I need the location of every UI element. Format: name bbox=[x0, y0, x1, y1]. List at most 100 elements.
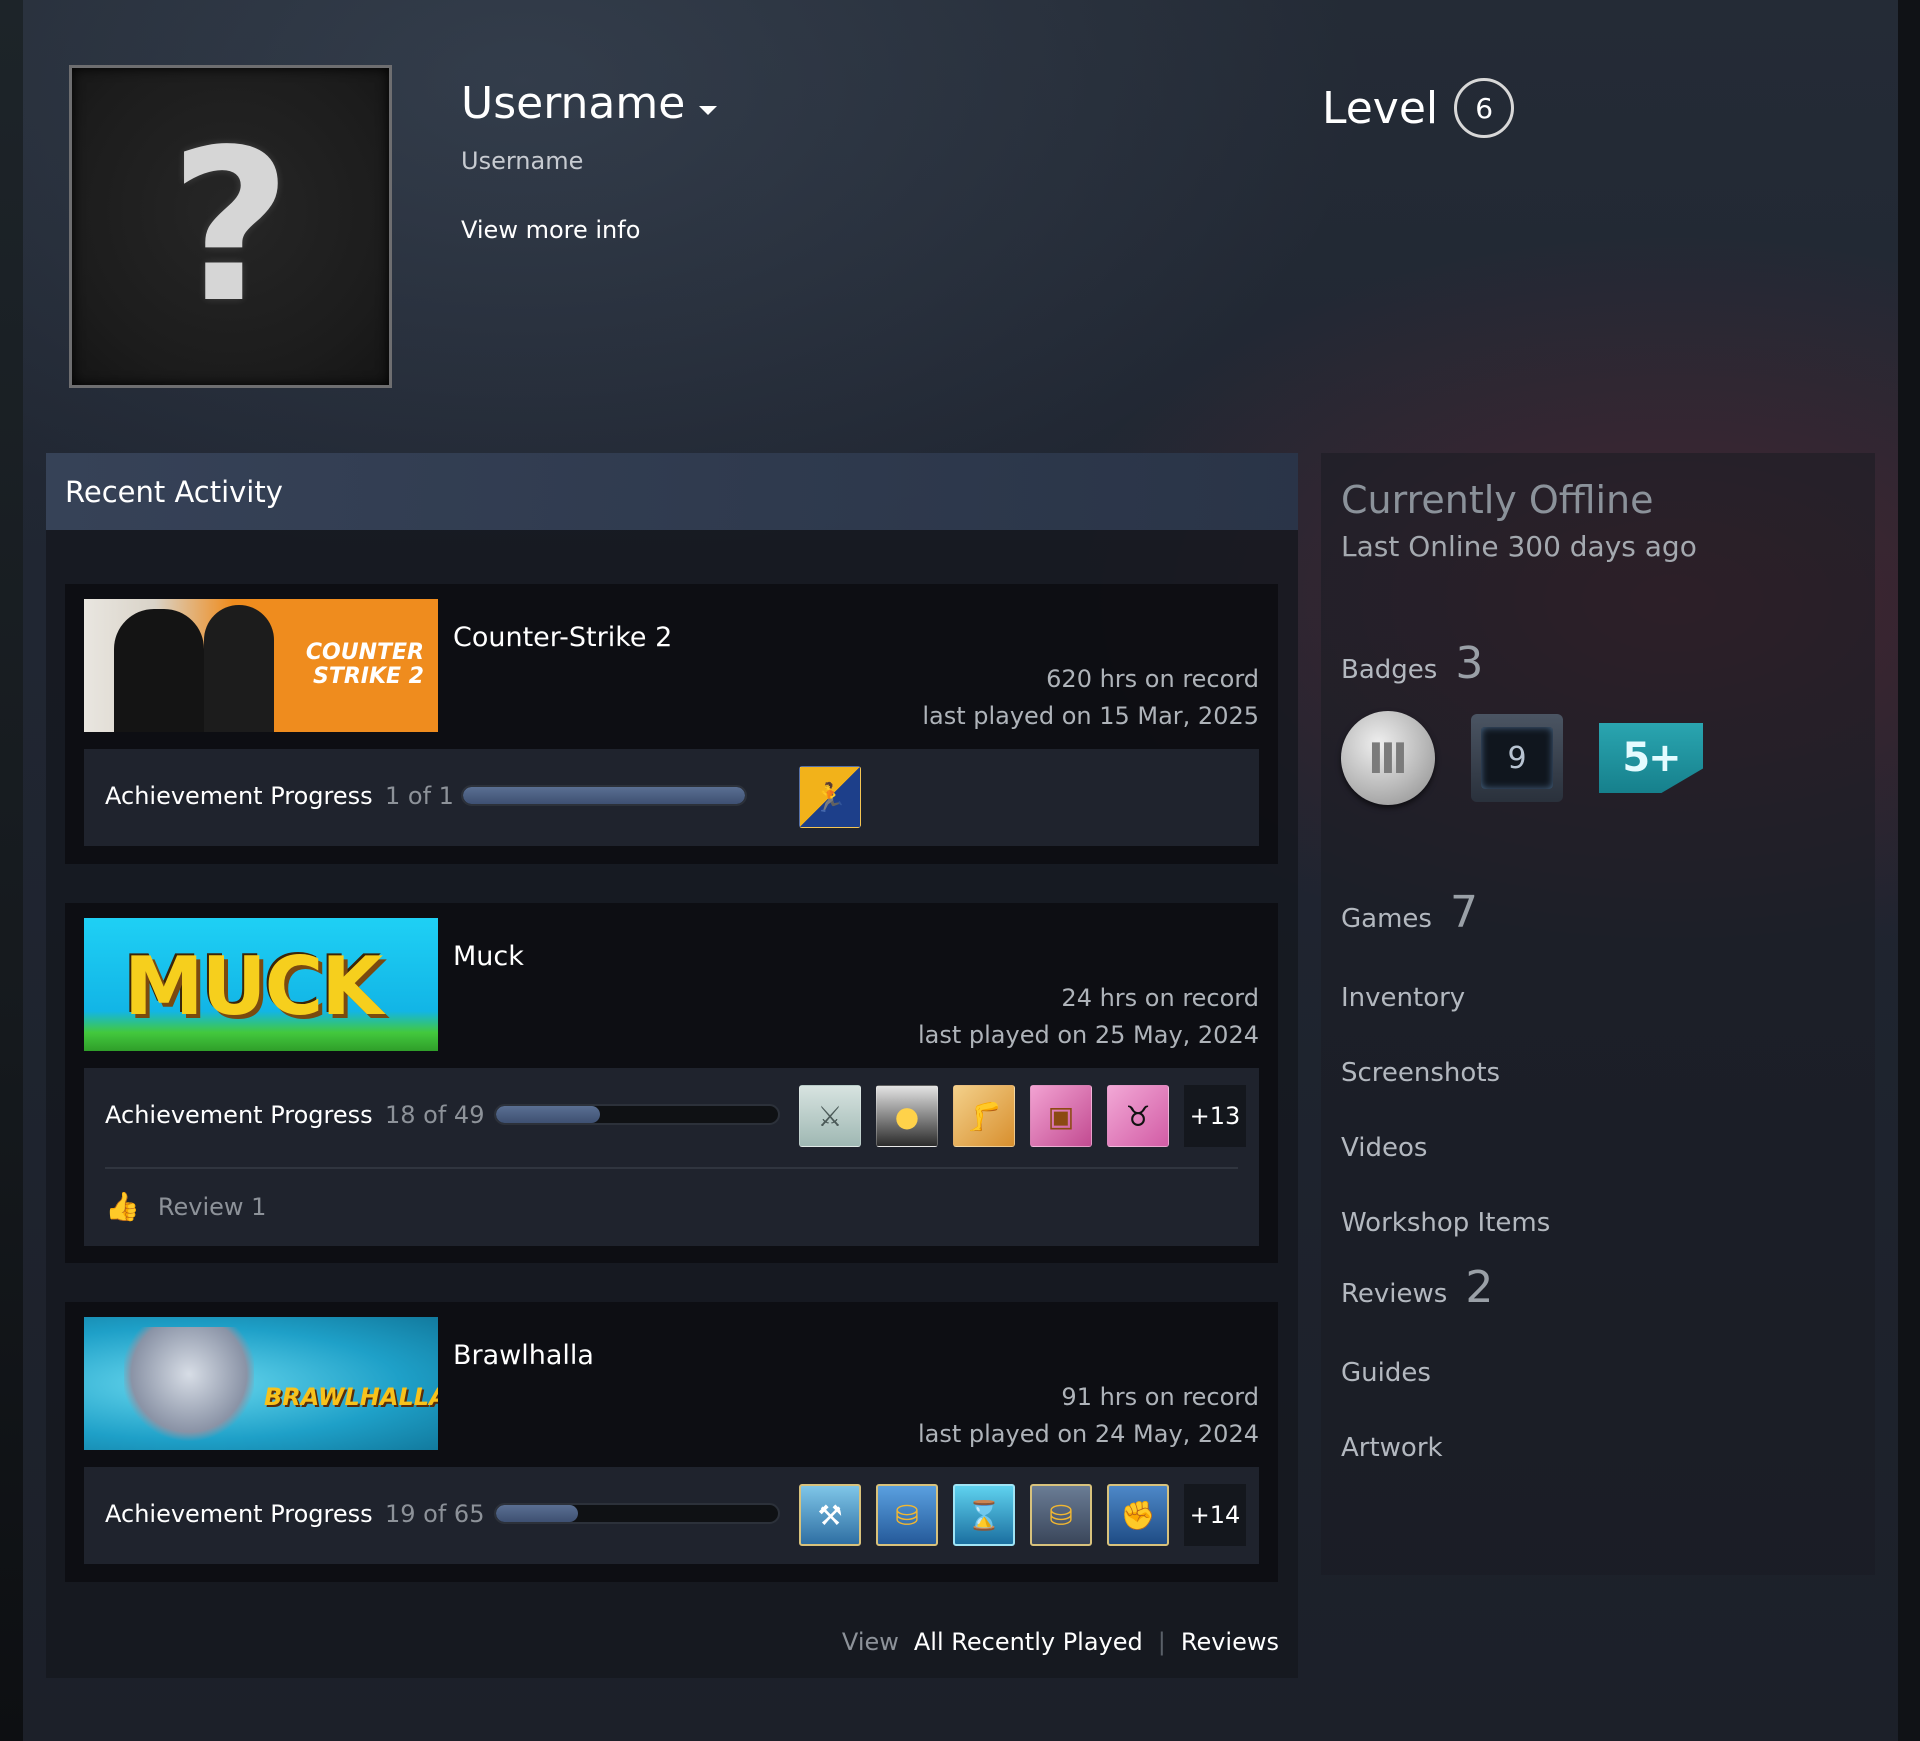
thumbs-up-icon: 👍 bbox=[105, 1190, 140, 1223]
achievement-divider bbox=[105, 1167, 1238, 1169]
hours-on-record: 24 hrs on record bbox=[1061, 984, 1259, 1012]
game-capsule-muck[interactable]: MUCK bbox=[84, 918, 438, 1051]
muck-logo-text: MUCK bbox=[124, 940, 383, 1033]
hours-on-record: 91 hrs on record bbox=[1061, 1383, 1259, 1411]
game-playtime: 620 hrs on record last played on 15 Mar,… bbox=[922, 661, 1259, 735]
game-item-counter-strike-2: COUNTER STRIKE 2 Counter-Strike 2 620 hr… bbox=[65, 584, 1278, 864]
game-name[interactable]: Muck bbox=[453, 941, 524, 972]
game-playtime: 24 hrs on record last played on 25 May, … bbox=[918, 980, 1259, 1054]
treasure-chest-achievement-icon[interactable]: ▣ bbox=[1030, 1085, 1092, 1147]
cs2-soldier-silhouette bbox=[114, 609, 204, 732]
last-played: last played on 25 May, 2024 bbox=[917, 1021, 1259, 1049]
badges-link[interactable]: Badges 3 bbox=[1341, 638, 1483, 689]
badges-count: 3 bbox=[1455, 638, 1484, 689]
achievement-progress-label: Achievement Progress bbox=[105, 1101, 373, 1129]
achievement-progress-box[interactable]: Achievement Progress 1 of 1 🏃 bbox=[84, 749, 1259, 846]
game-capsule-brawlhalla[interactable]: BRAWLHALLA bbox=[84, 1317, 438, 1450]
brawlhalla-character-art bbox=[124, 1327, 254, 1445]
last-played: last played on 15 Mar, 2025 bbox=[922, 702, 1259, 730]
achievement-icons: 🏃 bbox=[799, 766, 861, 828]
review-row[interactable]: 👍 Review 1 bbox=[105, 1190, 266, 1223]
achievement-progress-bar bbox=[494, 1503, 780, 1524]
hourglass-achievement-icon[interactable]: ⌛ bbox=[953, 1484, 1015, 1546]
link-separator: | bbox=[1157, 1628, 1166, 1656]
caret-down-icon bbox=[699, 106, 718, 115]
achievement-icons: ⚔ ● 🦵 ▣ ♉ +13 bbox=[799, 1085, 1246, 1147]
reviews-link[interactable]: Reviews bbox=[1181, 1628, 1279, 1656]
gold-coins-achievement-icon[interactable]: ⛁ bbox=[876, 1484, 938, 1546]
game-playtime: 91 hrs on record last played on 24 May, … bbox=[918, 1379, 1259, 1453]
inventory-link[interactable]: Inventory bbox=[1341, 983, 1465, 1013]
cs-runner-achievement-icon[interactable]: 🏃 bbox=[799, 766, 861, 828]
recent-activity-header: Recent Activity bbox=[46, 453, 1298, 530]
achievement-progress-fill bbox=[496, 1106, 601, 1123]
games-count: 7 bbox=[1449, 887, 1478, 938]
last-online: Last Online 300 days ago bbox=[1341, 530, 1697, 563]
years-of-service-badge-icon[interactable]: 9 bbox=[1471, 714, 1563, 802]
videos-link[interactable]: Videos bbox=[1341, 1133, 1427, 1163]
crossed-swords-achievement-icon[interactable]: ⚔ bbox=[799, 1085, 861, 1147]
achievement-count: 1 of 1 bbox=[385, 782, 454, 810]
reviews-count: 2 bbox=[1465, 1262, 1494, 1313]
achievement-icons: ⚒ ⛁ ⌛ ⛁ ✊ +14 bbox=[799, 1484, 1246, 1546]
view-label: View bbox=[841, 1628, 899, 1656]
achievement-progress-label: Achievement Progress bbox=[105, 1500, 373, 1528]
reviews-sidebar-link[interactable]: Reviews 2 bbox=[1341, 1262, 1493, 1313]
badge-showcase: Ⅲ 9 5+ bbox=[1341, 711, 1703, 805]
persona-name-dropdown[interactable]: Username bbox=[461, 78, 718, 129]
gold-coins-achievement-icon-2[interactable]: ⛁ bbox=[1030, 1484, 1092, 1546]
profile-sidebar: Currently Offline Last Online 300 days a… bbox=[1321, 453, 1875, 1575]
more-achievements-count[interactable]: +14 bbox=[1184, 1484, 1246, 1546]
workshop-items-link[interactable]: Workshop Items bbox=[1341, 1208, 1550, 1238]
screenshots-link[interactable]: Screenshots bbox=[1341, 1058, 1500, 1088]
page-left-edge bbox=[0, 0, 23, 1741]
more-achievements-count[interactable]: +13 bbox=[1184, 1085, 1246, 1147]
five-plus-badge-icon[interactable]: 5+ bbox=[1599, 723, 1703, 793]
game-name[interactable]: Counter-Strike 2 bbox=[453, 622, 672, 653]
achievement-progress-bar bbox=[494, 1104, 780, 1125]
view-links: View All Recently Played | Reviews bbox=[842, 1628, 1279, 1656]
persona-name: Username bbox=[461, 78, 686, 129]
game-capsule-counter-strike-2[interactable]: COUNTER STRIKE 2 bbox=[84, 599, 438, 732]
achievement-progress-bar bbox=[461, 785, 747, 806]
game-name[interactable]: Brawlhalla bbox=[453, 1340, 594, 1371]
view-more-info-link[interactable]: View more info bbox=[461, 216, 640, 244]
brawlhalla-logo-text: BRAWLHALLA bbox=[264, 1383, 438, 1411]
goat-skull-achievement-icon[interactable]: ♉ bbox=[1107, 1085, 1169, 1147]
game-item-muck: MUCK Muck 24 hrs on record last played o… bbox=[65, 903, 1278, 1263]
avatar-placeholder: ? bbox=[72, 68, 389, 385]
profile-level[interactable]: Level 6 bbox=[1322, 78, 1515, 138]
game-item-brawlhalla: BRAWLHALLA Brawlhalla 91 hrs on record l… bbox=[65, 1302, 1278, 1582]
achievement-progress-box[interactable]: Achievement Progress 18 of 49 ⚔ ● 🦵 ▣ ♉ … bbox=[84, 1068, 1259, 1246]
real-name: Username bbox=[461, 147, 584, 175]
online-status: Currently Offline bbox=[1341, 478, 1654, 522]
all-recently-played-link[interactable]: All Recently Played bbox=[914, 1628, 1143, 1656]
achievement-progress-box[interactable]: Achievement Progress 19 of 65 ⚒ ⛁ ⌛ ⛁ ✊ … bbox=[84, 1467, 1259, 1564]
hours-on-record: 620 hrs on record bbox=[1046, 665, 1259, 693]
gauntlet-achievement-icon[interactable]: ✊ bbox=[1107, 1484, 1169, 1546]
games-label: Games bbox=[1341, 904, 1432, 934]
profile-page: ? Username Username View more info Level… bbox=[23, 0, 1898, 1741]
robot-achievement-icon[interactable]: ● bbox=[876, 1085, 938, 1147]
level-label: Level bbox=[1322, 82, 1439, 134]
reviews-label: Reviews bbox=[1341, 1279, 1448, 1309]
recent-activity-panel: Recent Activity COUNTER STRIKE 2 Counter… bbox=[46, 453, 1298, 1678]
leg-achievement-icon[interactable]: 🦵 bbox=[953, 1085, 1015, 1147]
achievement-progress-fill bbox=[463, 787, 745, 804]
level-badge: 6 bbox=[1454, 78, 1515, 138]
question-mark-icon: ? bbox=[169, 103, 292, 349]
artwork-link[interactable]: Artwork bbox=[1341, 1433, 1443, 1463]
avatar[interactable]: ? bbox=[69, 65, 392, 388]
pillar-coin-badge-icon[interactable]: Ⅲ bbox=[1341, 711, 1435, 805]
achievement-count: 18 of 49 bbox=[385, 1101, 485, 1129]
games-link[interactable]: Games 7 bbox=[1341, 887, 1478, 938]
achievement-count: 19 of 65 bbox=[385, 1500, 485, 1528]
achievement-progress-fill bbox=[496, 1505, 578, 1522]
review-label: Review 1 bbox=[157, 1192, 267, 1221]
achievement-progress-label: Achievement Progress bbox=[105, 782, 373, 810]
last-played: last played on 24 May, 2024 bbox=[917, 1420, 1259, 1448]
cs2-logo-text: COUNTER STRIKE 2 bbox=[305, 640, 424, 689]
axe-achievement-icon[interactable]: ⚒ bbox=[799, 1484, 861, 1546]
years-badge-value: 9 bbox=[1481, 727, 1553, 789]
guides-link[interactable]: Guides bbox=[1341, 1358, 1431, 1388]
